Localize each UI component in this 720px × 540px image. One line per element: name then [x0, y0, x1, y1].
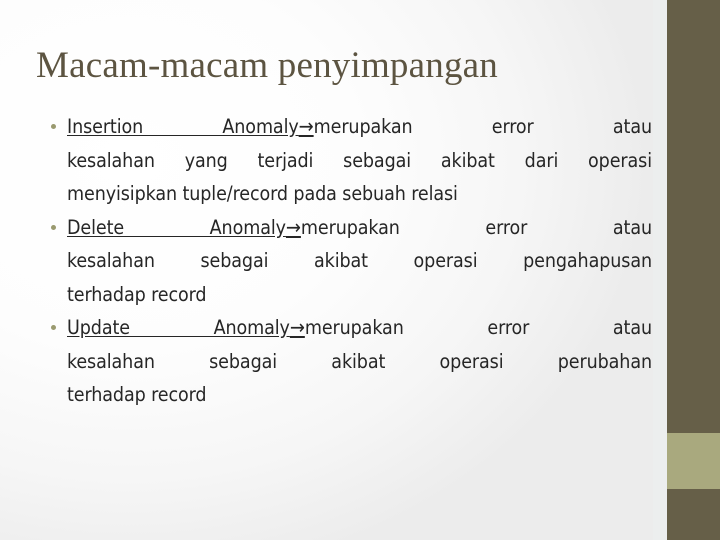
bullet-dot-icon [51, 325, 56, 330]
content-body: Insertion Anomaly→merupakan error atau k… [40, 110, 652, 412]
list-item-line: menyisipkan tuple/record pada sebuah rel… [67, 182, 458, 205]
right-arrow-icon: → [298, 114, 314, 138]
list-item-term: Insertion Anomaly [67, 115, 299, 138]
list-item-line: Delete Anomaly→merupakan error atau [67, 211, 652, 245]
list-item-line: kesalahan sebagai akibat operasi pengaha… [67, 249, 652, 272]
sidebar-gutter [653, 0, 667, 540]
slide-canvas: Macam-macam penyimpangan Insertion Anoma… [0, 0, 720, 540]
list-item-line: Insertion Anomaly→merupakan error atau [67, 110, 652, 144]
list-item: Update Anomaly→merupakan error atau kesa… [40, 311, 652, 412]
sidebar-accent-block [667, 433, 720, 489]
right-arrow-icon: → [289, 315, 305, 339]
list-item-line: terhadap record [67, 383, 207, 406]
page-title: Macam-macam penyimpangan [36, 45, 498, 86]
list-item-line: kesalahan yang terjadi sebagai akibat da… [67, 148, 652, 172]
bullet-dot-icon [51, 124, 56, 129]
list-item-term: Update Anomaly [67, 316, 290, 339]
list-item: Delete Anomaly→merupakan error atau kesa… [40, 211, 652, 312]
list-item-line: kesalahan sebagai akibat operasi perubah… [67, 349, 652, 373]
list-item-line: terhadap record [67, 282, 207, 306]
list-item: Insertion Anomaly→merupakan error atau k… [40, 110, 652, 211]
list-item-line-text: merupakan error atau [313, 115, 652, 138]
list-item-line-text: merupakan error atau [300, 215, 652, 239]
bullet-dot-icon [51, 224, 56, 230]
list-item-line-text: merupakan error atau [304, 316, 652, 339]
list-item-term: Delete Anomaly [67, 215, 286, 239]
list-item-line: Update Anomaly→merupakan error atau [67, 311, 652, 345]
right-arrow-icon: → [285, 214, 301, 239]
